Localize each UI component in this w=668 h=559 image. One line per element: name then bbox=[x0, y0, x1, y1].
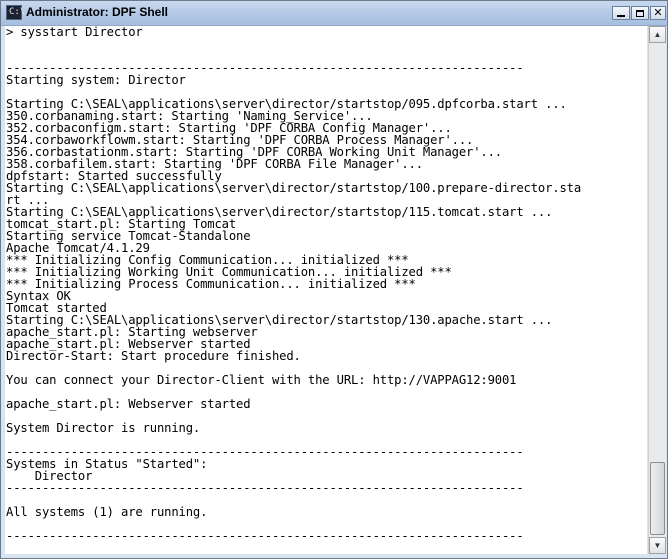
scrollbar-thumb[interactable] bbox=[650, 462, 665, 535]
maximize-button[interactable] bbox=[631, 6, 649, 20]
console-line: Director-Start: Start procedure finished… bbox=[6, 349, 301, 363]
close-button[interactable]: ✕ bbox=[650, 6, 666, 20]
title-bar[interactable]: C:\ Administrator: DPF Shell ✕ bbox=[1, 1, 667, 26]
console-line: Starting C:\SEAL\applications\server\dir… bbox=[6, 181, 581, 195]
window-title: Administrator: DPF Shell bbox=[26, 5, 169, 19]
console-line: You can connect your Director-Client wit… bbox=[6, 373, 517, 387]
console-output-area[interactable]: > sysstart Director ---------------------… bbox=[5, 26, 647, 554]
arrow-down-icon: ▼ bbox=[653, 541, 662, 550]
scroll-down-button[interactable]: ▼ bbox=[649, 537, 666, 554]
console-line: Systems in Status "Started": bbox=[6, 457, 208, 471]
minimize-icon bbox=[617, 15, 625, 17]
console-line: apache_start.pl: Webserver started bbox=[6, 397, 251, 411]
console-line: Starting system: Director bbox=[6, 73, 186, 87]
console-line: All systems (1) are running. bbox=[6, 505, 208, 519]
minimize-button[interactable] bbox=[612, 6, 630, 20]
console-line: ----------------------------------------… bbox=[6, 529, 524, 543]
console-line: System Director is running. bbox=[6, 421, 201, 435]
console-line: > sysstart Director bbox=[6, 26, 143, 39]
arrow-up-icon: ▲ bbox=[653, 30, 662, 39]
console-output: > sysstart Director ---------------------… bbox=[5, 26, 647, 542]
dpf-shell-window: C:\ Administrator: DPF Shell ✕ > sysstar… bbox=[0, 0, 668, 559]
console-icon-glyph: C:\ bbox=[9, 7, 26, 17]
console-icon[interactable]: C:\ bbox=[6, 5, 26, 20]
vertical-scrollbar[interactable]: ▲ ▼ bbox=[648, 26, 666, 554]
scroll-up-button[interactable]: ▲ bbox=[649, 26, 666, 43]
console-line: *** Initializing Process Communication..… bbox=[6, 277, 416, 291]
console-line: ----------------------------------------… bbox=[6, 481, 524, 495]
close-icon: ✕ bbox=[653, 6, 663, 19]
maximize-icon bbox=[636, 9, 644, 17]
